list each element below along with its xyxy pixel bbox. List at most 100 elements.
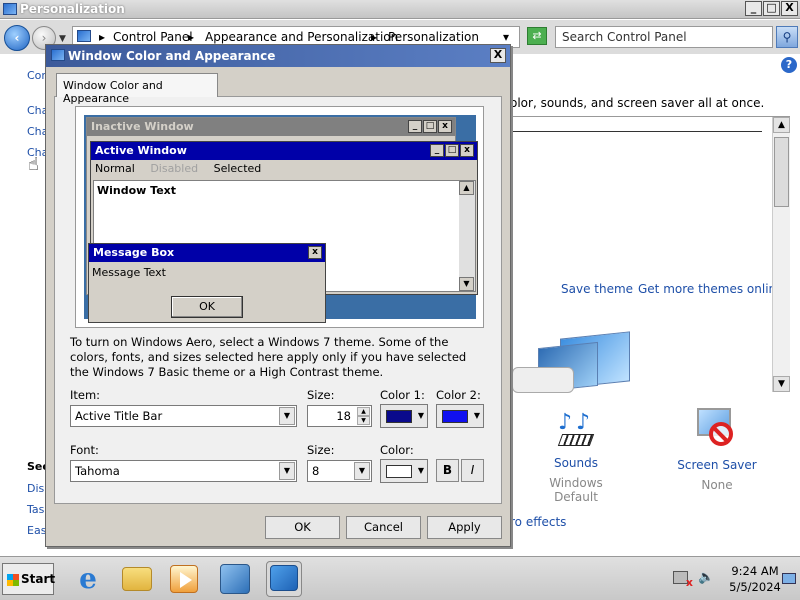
network-icon[interactable] <box>220 564 250 594</box>
chevron-right-icon[interactable]: ▸ <box>371 30 377 44</box>
refresh-button[interactable]: ⇄ <box>527 27 547 45</box>
search-icon[interactable]: ⚲ <box>776 26 798 48</box>
color2-button[interactable]: ▼ <box>436 404 484 428</box>
back-button[interactable]: ‹ <box>4 25 30 51</box>
effects-link[interactable]: ro effects <box>510 515 566 529</box>
message-text: Message Text <box>92 266 166 279</box>
font-color-button[interactable]: ▼ <box>380 459 428 483</box>
font-color-label: Color: <box>380 443 414 457</box>
chevron-right-icon[interactable]: ▸ <box>99 30 105 44</box>
minimize-button[interactable]: _ <box>745 1 762 16</box>
dialog-close-button[interactable]: X <box>490 48 506 63</box>
show-desktop-icon[interactable] <box>782 573 796 584</box>
message-box-title-bar[interactable]: Message Box x <box>89 244 325 262</box>
spin-down-icon[interactable]: ▼ <box>357 416 370 425</box>
screen-saver-icon <box>695 408 739 452</box>
save-theme-link[interactable]: Save theme <box>561 282 633 296</box>
theme-thumbnail[interactable] <box>510 329 645 393</box>
theme-list[interactable]: Save theme Get more themes online ▲ ▼ <box>510 116 790 393</box>
apply-button[interactable]: Apply <box>427 516 502 539</box>
screen-saver-tile[interactable]: Screen Saver None <box>673 408 761 492</box>
preview-scrollbar[interactable]: ▲ ▼ <box>459 181 475 291</box>
folder-icon[interactable] <box>122 567 152 591</box>
media-player-icon[interactable] <box>170 565 198 593</box>
taskbar-control-panel[interactable] <box>266 561 302 597</box>
scroll-up-icon[interactable]: ▲ <box>773 117 790 133</box>
scroll-down-icon[interactable]: ▼ <box>773 376 790 392</box>
message-box-ok-button[interactable]: OK <box>171 296 243 318</box>
active-title-bar[interactable]: Active Window _ □ x <box>91 142 477 160</box>
scroll-thumb[interactable] <box>774 137 789 207</box>
spin-up-icon[interactable]: ▲ <box>357 407 370 416</box>
sidebar-link-taskbar[interactable]: Tas <box>27 503 44 516</box>
scroll-down-icon[interactable]: ▼ <box>459 277 474 291</box>
item-select[interactable]: Active Title Bar ▼ <box>70 405 297 427</box>
item-value: Active Title Bar <box>75 409 163 423</box>
page-description: olor, sounds, and screen saver all at on… <box>510 96 765 110</box>
menu-disabled[interactable]: Disabled <box>150 162 198 175</box>
font-select[interactable]: Tahoma ▼ <box>70 460 297 482</box>
chevron-down-icon[interactable]: ▼ <box>354 462 370 480</box>
color1-button[interactable]: ▼ <box>380 404 428 428</box>
color2-label: Color 2: <box>436 388 481 402</box>
chevron-down-icon[interactable]: ▼ <box>279 462 295 480</box>
breadcrumb-personalization[interactable]: Personalization <box>388 30 479 44</box>
font-label: Font: <box>70 443 99 457</box>
menu-selected[interactable]: Selected <box>214 162 262 175</box>
sounds-tile[interactable]: ♪ ♪ Sounds Windows Default <box>533 410 619 504</box>
clock[interactable]: 9:24 AM 5/5/2024 <box>725 563 785 595</box>
chevron-down-icon: ▼ <box>417 466 424 475</box>
chevron-right-icon[interactable]: ▸ <box>188 30 194 44</box>
window-text: Window Text <box>97 184 177 197</box>
volume-muted-icon[interactable]: 🔈 <box>698 570 714 585</box>
tab-window-color[interactable]: Window Color and Appearance <box>56 73 218 105</box>
control-panel-icon <box>77 30 91 42</box>
size1-spinner[interactable]: 18 ▲ ▼ <box>307 405 372 427</box>
screen-saver-label[interactable]: Screen Saver <box>673 458 761 472</box>
history-dropdown-icon[interactable]: ▼ <box>59 34 66 44</box>
bold-button[interactable]: B <box>436 459 459 482</box>
ok-button[interactable]: OK <box>265 516 340 539</box>
maximize-icon: □ <box>445 144 459 157</box>
size2-label: Size: <box>307 443 335 457</box>
screen-saver-value: None <box>701 478 733 492</box>
internet-explorer-icon[interactable]: e <box>70 561 106 597</box>
start-button[interactable]: Start <box>2 563 55 595</box>
control-panel-icon <box>3 3 17 15</box>
chevron-down-icon[interactable]: ▼ <box>279 407 295 425</box>
preview-message-box[interactable]: Message Box x Message Text OK <box>88 243 326 323</box>
network-disconnected-icon[interactable] <box>673 571 693 589</box>
scroll-up-icon[interactable]: ▲ <box>459 181 474 195</box>
color1-label: Color 1: <box>380 388 425 402</box>
theme-list-scrollbar[interactable]: ▲ ▼ <box>772 117 790 392</box>
message-box-title: Message Box <box>93 246 175 259</box>
menu-normal[interactable]: Normal <box>95 162 135 175</box>
cancel-button[interactable]: Cancel <box>346 516 421 539</box>
dialog-title: Window Color and Appearance <box>68 49 276 63</box>
breadcrumb-dropdown-icon[interactable]: ▾ <box>503 30 509 44</box>
appearance-preview[interactable]: Inactive Window _ □ x Active Window _ □ x No… <box>75 106 484 328</box>
color2-swatch <box>442 410 468 423</box>
help-icon[interactable]: ? <box>781 57 797 73</box>
sidebar-link-control-panel-home[interactable]: Cor <box>27 69 46 82</box>
window-color-dialog: Window Color and Appearance X Window Col… <box>45 44 511 547</box>
chevron-down-icon: ▼ <box>417 411 424 420</box>
font-size-select[interactable]: 8 ▼ <box>307 460 372 482</box>
item-label: Item: <box>70 388 101 402</box>
font-value: Tahoma <box>75 464 120 478</box>
preview-menu-bar[interactable]: Normal Disabled Selected <box>91 160 477 178</box>
breadcrumb-control-panel[interactable]: Control Panel <box>113 30 193 44</box>
font-size-value: 8 <box>312 464 320 478</box>
clock-time: 9:24 AM <box>731 564 779 578</box>
sounds-label[interactable]: Sounds <box>533 456 619 470</box>
sounds-value: Windows Default <box>549 476 603 504</box>
italic-button[interactable]: I <box>461 459 484 482</box>
maximize-button[interactable]: □ <box>763 1 780 16</box>
inactive-title-bar[interactable]: Inactive Window _ □ x <box>87 118 455 136</box>
sidebar-link-ease-of-access[interactable]: Eas <box>27 524 46 537</box>
close-button[interactable]: X <box>781 1 798 16</box>
system-tray: 🔈 9:24 AM 5/5/2024 <box>665 559 798 597</box>
get-more-themes-link[interactable]: Get more themes online <box>638 282 784 296</box>
breadcrumb-appearance[interactable]: Appearance and Personalization <box>205 30 398 44</box>
search-input[interactable]: Search Control Panel <box>555 26 773 48</box>
